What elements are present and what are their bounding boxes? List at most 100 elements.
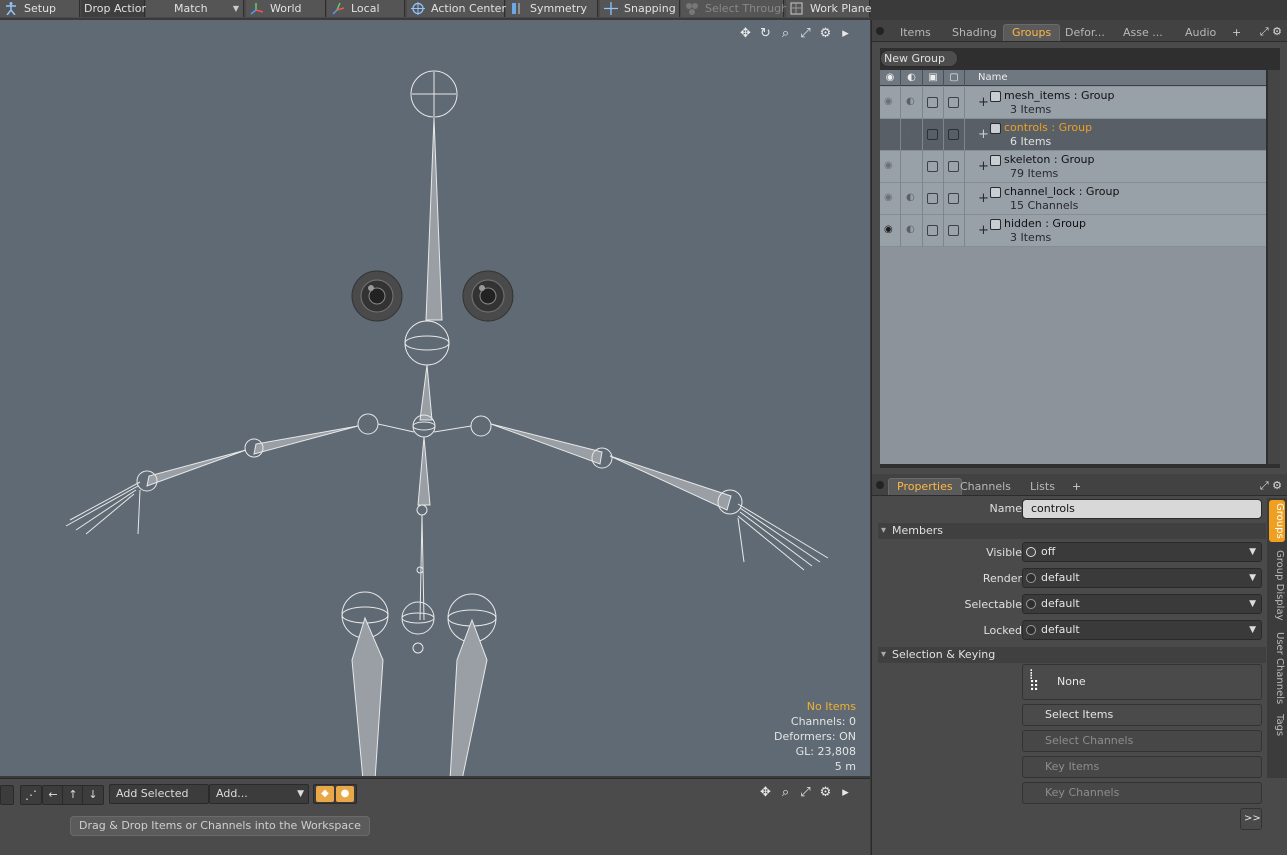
selectable-checkbox[interactable] [927,193,938,204]
group-row[interactable]: ◉ ◐ + mesh_items : Group 3 Items [880,87,1266,119]
panel-menu-icon[interactable] [876,27,884,35]
gear-icon[interactable]: ⚙ [1272,25,1282,38]
keyframe-diamond-icon[interactable]: ◆ [316,786,334,802]
arrow-up-icon[interactable]: ↑ [62,785,84,805]
render-toggle-icon[interactable]: ◐ [906,224,915,235]
visible-dropdown[interactable]: off ▼ [1022,542,1262,562]
expand-plus-icon[interactable]: + [978,159,989,174]
group-row[interactable]: ◉ ◐ + channel_lock : Group 15 Channels [880,183,1266,215]
skeleton-wireframe [65,70,829,776]
locked-checkbox[interactable] [948,225,959,236]
arrow-left-icon[interactable]: ← [42,785,64,805]
key-channels-button[interactable]: Key Channels [1022,782,1262,804]
select-through-button[interactable]: Select Through [681,0,788,17]
tab-assemblies[interactable]: Asse ... [1115,25,1171,42]
selectable-checkbox[interactable] [927,161,938,172]
gear-icon[interactable]: ⚙ [817,785,834,800]
select-items-button[interactable]: Select Items [1022,704,1262,726]
add-dropdown-label: Add... [216,787,248,800]
selectable-checkbox[interactable] [927,225,938,236]
workspace-collapse-button[interactable] [0,785,14,805]
visibility-cell[interactable] [880,119,901,151]
group-row[interactable]: ◉ ◐ + hidden : Group 3 Items [880,215,1266,247]
keyframe-circle-icon[interactable]: ● [336,786,354,802]
expand-plus-icon[interactable]: + [978,191,989,206]
render-toggle-icon[interactable]: ◐ [906,128,915,139]
play-arrow-icon[interactable]: ▸ [837,785,854,800]
tab-groups[interactable]: Groups [1003,24,1061,41]
locked-checkbox[interactable] [948,129,959,140]
tab-properties[interactable]: Properties [888,478,962,495]
render-toggle-icon[interactable]: ◐ [906,192,915,203]
locked-checkbox[interactable] [948,97,959,108]
symmetry-button[interactable]: Symmetry [506,0,598,17]
add-dropdown[interactable]: Add... ▼ [209,784,309,804]
world-button[interactable]: World [246,0,326,17]
locked-checkbox[interactable] [948,193,959,204]
snapping-button[interactable]: Snapping [600,0,680,17]
selectable-dropdown[interactable]: default ▼ [1022,594,1262,614]
visibility-column-eye-icon[interactable]: ◉ [880,70,901,86]
setup-button[interactable]: Setup [0,0,80,17]
groups-scrollbar[interactable] [1268,70,1280,464]
name-field[interactable]: controls [1022,499,1262,519]
members-section[interactable]: Members [878,523,1266,539]
3d-viewport[interactable]: ✥ ↻ ⌕ ⤢ ⚙ ▸ No Items Channels: 0 Deforme… [0,20,870,776]
render-cell[interactable] [901,151,923,183]
render-column-icon[interactable]: ◐ [901,70,923,86]
new-group-button[interactable]: New Group [880,50,958,67]
name-column-header[interactable]: Name [965,70,1266,86]
eye-icon[interactable]: ◉ [884,96,893,107]
select-column-cube-icon[interactable]: ▣ [923,70,944,86]
tab-shading[interactable]: Shading [944,25,1005,42]
eye-icon[interactable]: ◉ [884,160,893,171]
side-tab-groups[interactable]: Groups [1269,500,1285,542]
expand-plus-icon[interactable]: + [978,127,989,142]
tab-audio[interactable]: Audio [1177,25,1224,42]
key-toggles[interactable]: ◆ ● [313,784,357,804]
workspace-dropzone[interactable]: Drag & Drop Items or Channels into the W… [70,816,370,836]
side-tab-tags[interactable]: Tags [1269,714,1285,736]
match-dropdown[interactable]: Match ▼ [146,0,244,17]
eye-icon[interactable]: ◉ [884,224,893,235]
pan-icon[interactable]: ✥ [757,785,774,800]
selectable-checkbox[interactable] [927,129,938,140]
tab-lists[interactable]: Lists [1022,479,1063,496]
none-button[interactable]: ⁞ ⠿ None [1022,664,1262,700]
maximize-icon[interactable]: ⤢ [797,785,814,800]
tab-items[interactable]: Items [892,25,939,42]
add-selected-label: Add Selected [116,787,189,800]
select-channels-button[interactable]: Select Channels [1022,730,1262,752]
more-button[interactable]: >> [1240,808,1262,830]
selection-keying-section[interactable]: Selection & Keying [878,647,1266,663]
render-toggle-icon[interactable]: ◐ [906,96,915,107]
add-selected-button[interactable]: Add Selected [109,784,209,804]
locked-checkbox[interactable] [948,161,959,172]
lock-column-icon[interactable]: ▢ [944,70,965,86]
gear-icon[interactable]: ⚙ [1272,479,1282,492]
work-plane-button[interactable]: Work Plane [786,0,872,17]
action-center-button[interactable]: Action Center [407,0,506,17]
panel-menu-icon[interactable] [876,481,884,489]
arrow-down-icon[interactable]: ↓ [82,785,104,805]
tab-channels[interactable]: Channels [952,479,1019,496]
render-dropdown[interactable]: default ▼ [1022,568,1262,588]
expand-plus-icon[interactable]: + [978,223,989,238]
expand-icon[interactable]: ⤢ [1260,25,1269,38]
side-tab-user-channels[interactable]: User Channels [1269,632,1285,704]
add-tab-button[interactable]: + [1064,479,1089,496]
expand-icon[interactable]: ⤢ [1260,479,1269,492]
add-tab-button[interactable]: + [1224,25,1249,42]
tab-deformers[interactable]: Defor... [1057,25,1113,42]
key-items-button[interactable]: Key Items [1022,756,1262,778]
side-tab-group-display[interactable]: Group Display [1269,550,1285,620]
local-button[interactable]: Local [327,0,405,17]
locked-dropdown[interactable]: default ▼ [1022,620,1262,640]
group-row[interactable]: ◉ + skeleton : Group 79 Items [880,151,1266,183]
eye-icon[interactable]: ◉ [884,192,893,203]
zoom-icon[interactable]: ⌕ [777,785,794,800]
selectable-checkbox[interactable] [927,97,938,108]
hierarchy-icon[interactable]: ⋰ [20,785,42,805]
group-row[interactable]: ◐ + controls : Group 6 Items [880,119,1266,151]
expand-plus-icon[interactable]: + [978,95,989,110]
